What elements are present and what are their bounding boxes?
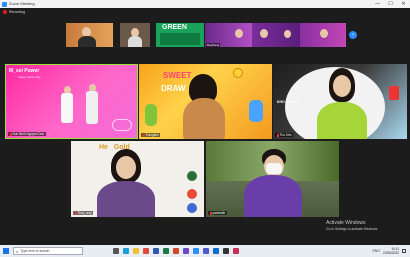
- maximize-button[interactable]: ☐: [384, 0, 397, 8]
- participant-face: [260, 29, 268, 38]
- zoom-app-icon: [2, 1, 7, 7]
- file-explorer-icon[interactable]: [133, 248, 139, 254]
- logo-badge-icon: [187, 203, 197, 213]
- edge-icon[interactable]: [123, 248, 129, 254]
- powerpoint-icon[interactable]: [173, 248, 179, 254]
- mic-muted-icon: [142, 133, 145, 137]
- search-placeholder: Type here to search: [20, 249, 50, 253]
- participant-name: Sun Ninh Nguyen Duc: [8, 132, 46, 136]
- filmstrip-tile[interactable]: [252, 23, 300, 47]
- record-dot-icon: [3, 10, 7, 14]
- activate-windows-watermark: Activate Windows Go to Settings to activ…: [326, 220, 378, 231]
- system-tray: ENG 10:11 22/06/2022: [372, 247, 406, 255]
- window-controls: — ☐ ✕: [371, 0, 410, 8]
- banner-bottom-text: DRAW: [161, 84, 186, 93]
- participant-face: [235, 29, 243, 38]
- clock-date: 22/06/2022: [383, 251, 399, 255]
- participant-body: [128, 36, 142, 47]
- participant-face: [116, 156, 136, 179]
- zoom-meeting-window: Zoom Meeting — ☐ ✕ Recording GREEN Meyfh…: [0, 0, 410, 257]
- filmstrip-tile[interactable]: [120, 23, 150, 47]
- filmstrip-next-button[interactable]: ›: [349, 31, 357, 39]
- face-mask-icon: [266, 163, 282, 174]
- participant-body: [78, 36, 96, 47]
- mic-muted-icon: [276, 133, 279, 137]
- filmstrip-tile[interactable]: GREEN: [156, 23, 204, 47]
- participant-body: [97, 181, 155, 217]
- filmstrip-tile[interactable]: Meyfhsng: [205, 23, 252, 47]
- close-button[interactable]: ✕: [397, 0, 410, 8]
- photos-icon[interactable]: [183, 248, 189, 254]
- logo-badge-icon: [187, 189, 197, 199]
- participant-name: yanmaile: [208, 211, 227, 215]
- search-icon: ⌕: [16, 248, 19, 254]
- participant-face: [333, 75, 351, 97]
- mic-muted-icon: [209, 211, 212, 215]
- clock[interactable]: 10:11 22/06/2022: [383, 247, 399, 255]
- participant-name: Thuy_ang: [73, 211, 94, 215]
- filmstrip-tile[interactable]: [66, 23, 113, 47]
- participant-name: Trangtien: [141, 133, 161, 137]
- windows-taskbar: ⌕ Type here to search ENG 10:11 22/06/20…: [0, 245, 410, 257]
- banner-subtitle: Happy Dance Day: [18, 75, 41, 79]
- banner-title: M_sei Power: [9, 68, 40, 74]
- app-icon[interactable]: [233, 248, 239, 254]
- store-icon[interactable]: [223, 248, 229, 254]
- mic-muted-icon: [74, 211, 77, 215]
- green-banner-text: GREEN: [162, 24, 187, 31]
- participant-body: [317, 102, 367, 139]
- taskbar-search-box[interactable]: ⌕ Type here to search: [13, 247, 83, 255]
- participant-body: [183, 98, 225, 139]
- word-icon[interactable]: [153, 248, 159, 254]
- gift-icon: [389, 86, 399, 100]
- filmstrip-tile[interactable]: [300, 23, 346, 47]
- watermark-title: Activate Windows: [326, 220, 366, 226]
- video-tile[interactable]: M_sei Power Happy Dance Day Sun Ninh Ngu…: [5, 64, 138, 139]
- recording-indicator[interactable]: Recording: [3, 10, 25, 14]
- video-tile[interactable]: SWEET DRAW Trangtien: [139, 64, 272, 139]
- watermark-subtitle: Go to Settings to activate Windows.: [326, 227, 379, 231]
- mail-icon[interactable]: [213, 248, 219, 254]
- zoom-icon[interactable]: [193, 248, 199, 254]
- excel-icon[interactable]: [163, 248, 169, 254]
- chrome-icon[interactable]: [143, 248, 149, 254]
- participant-body: [61, 93, 73, 123]
- bicycle-icon: [112, 119, 132, 131]
- teams-icon[interactable]: [203, 248, 209, 254]
- participant-body: [244, 175, 302, 217]
- task-view-icon[interactable]: [113, 248, 119, 254]
- logo-badge-icon: [187, 171, 197, 181]
- recording-label: Recording: [9, 10, 25, 14]
- banner-top-text: SWEET: [163, 71, 192, 80]
- participant-name: Meyfhsng: [206, 43, 221, 47]
- chevron-right-icon: ›: [352, 32, 354, 38]
- window-title: Zoom Meeting: [9, 1, 35, 6]
- video-tile[interactable]: yanmaile: [206, 141, 339, 217]
- pinned-apps: [113, 248, 243, 254]
- minimize-button[interactable]: —: [371, 0, 384, 8]
- green-banner-plate: [160, 33, 200, 45]
- participant-body: [86, 91, 98, 124]
- language-indicator[interactable]: ENG: [372, 249, 380, 253]
- participant-face: [320, 29, 328, 38]
- mic-muted-icon: [9, 132, 12, 136]
- video-tile[interactable]: KHO CHUNG Thu Kim: [273, 64, 407, 139]
- title-bar: Zoom Meeting — ☐ ✕: [0, 0, 410, 8]
- cartoon-kid-icon: [145, 104, 157, 126]
- medal-icon: [233, 68, 243, 78]
- notification-icon[interactable]: [402, 249, 406, 253]
- brand-text: KHO CHUNG: [277, 100, 299, 104]
- video-tile[interactable]: He Gold Thuy_ang: [71, 141, 204, 217]
- participant-name: Thu Kim: [275, 133, 293, 137]
- windows-start-icon[interactable]: [3, 248, 9, 254]
- cartoon-kid-icon: [249, 100, 263, 122]
- participant-face: [284, 30, 291, 38]
